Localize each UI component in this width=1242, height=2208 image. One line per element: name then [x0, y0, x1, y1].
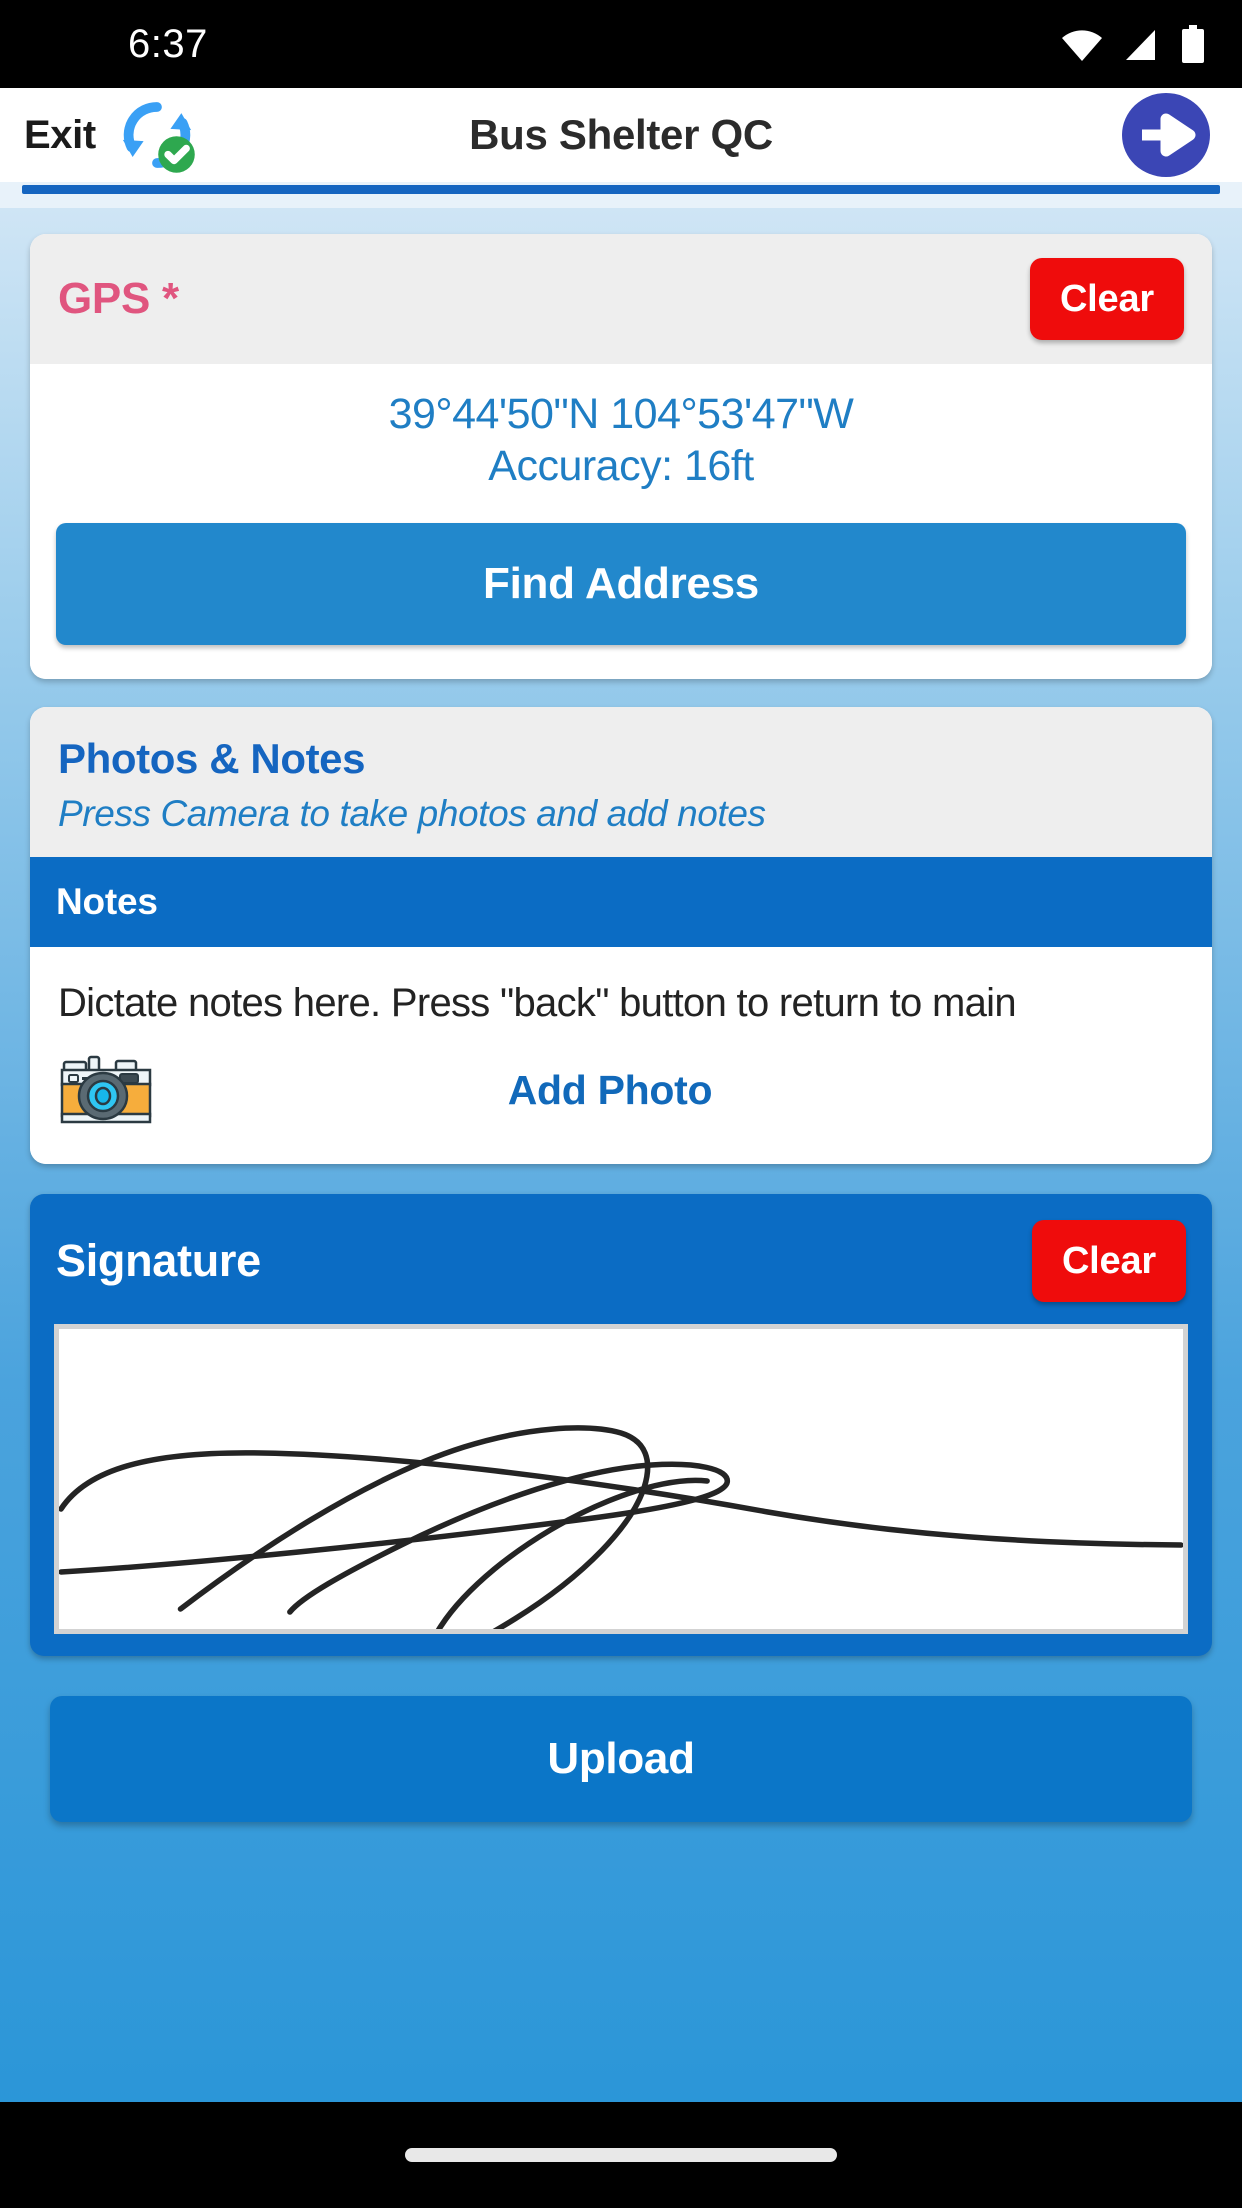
- upload-button[interactable]: Upload: [50, 1695, 1192, 1822]
- status-bar-icons: [1060, 25, 1206, 63]
- notes-section-header: Notes: [30, 856, 1212, 947]
- signature-card: Signature Clear: [30, 1193, 1212, 1656]
- arrow-right-circle-icon[interactable]: [1120, 89, 1212, 181]
- signature-header: Signature Clear: [30, 1194, 1212, 1324]
- photos-notes-subtitle: Press Camera to take photos and add note…: [58, 792, 766, 834]
- notes-text[interactable]: Dictate notes here. Press "back" button …: [58, 981, 1184, 1026]
- gps-card-body: 39°44'50"N 104°53'47"W Accuracy: 16ft Fi…: [30, 364, 1212, 679]
- gps-card: GPS * Clear 39°44'50"N 104°53'47"W Accur…: [30, 234, 1212, 679]
- signature-clear-button[interactable]: Clear: [1031, 1219, 1186, 1302]
- add-photo-label[interactable]: Add Photo: [154, 1067, 1066, 1114]
- sync-complete-icon[interactable]: [118, 96, 196, 174]
- gps-label: GPS *: [58, 274, 179, 323]
- phone-screen: 6:37 Exit Bus Shelter QC GPS * Clear 39°…: [0, 0, 1242, 2208]
- add-photo-row[interactable]: Add Photo: [30, 1035, 1212, 1164]
- signature-stroke: [59, 1425, 1183, 1629]
- photos-notes-card: Photos & Notes Press Camera to take phot…: [30, 706, 1212, 1164]
- progress-bar: [0, 182, 1242, 208]
- cellular-signal-icon: [1126, 30, 1155, 60]
- gps-coordinates: 39°44'50"N 104°53'47"W: [388, 390, 854, 438]
- camera-icon[interactable]: [58, 1054, 154, 1128]
- gps-card-header: GPS * Clear: [30, 234, 1212, 364]
- signature-pad[interactable]: [54, 1323, 1188, 1634]
- status-bar-clock: 6:37: [128, 21, 208, 66]
- system-nav-bar: [0, 2102, 1242, 2208]
- signature-label: Signature: [56, 1234, 261, 1286]
- gps-clear-button[interactable]: Clear: [1029, 258, 1184, 340]
- home-indicator[interactable]: [405, 2148, 837, 2162]
- exit-button[interactable]: Exit: [24, 113, 96, 158]
- form-content: GPS * Clear 39°44'50"N 104°53'47"W Accur…: [0, 208, 1242, 2102]
- notes-body[interactable]: Dictate notes here. Press "back" button …: [30, 946, 1212, 1036]
- wifi-icon: [1062, 30, 1102, 61]
- photos-notes-header: Photos & Notes Press Camera to take phot…: [30, 706, 1212, 857]
- gps-accuracy: Accuracy: 16ft: [488, 442, 754, 491]
- photos-notes-title: Photos & Notes: [58, 734, 366, 782]
- find-address-button[interactable]: Find Address: [56, 522, 1186, 645]
- app-toolbar: Exit Bus Shelter QC: [0, 88, 1242, 182]
- status-bar: 6:37: [0, 0, 1242, 88]
- battery-icon: [1182, 25, 1204, 63]
